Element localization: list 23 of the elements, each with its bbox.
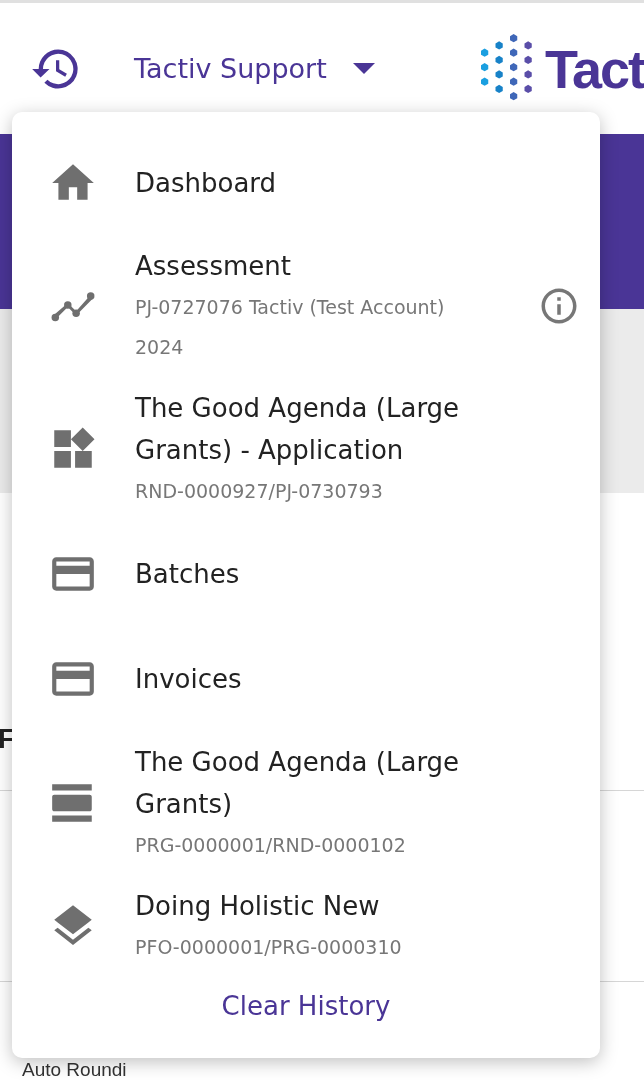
item-title: Dashboard	[135, 166, 278, 200]
item-reference: PFO-0000001/PRG-0000310	[135, 935, 403, 960]
logo-text: Tact	[544, 41, 644, 96]
caret-icon[interactable]	[352, 63, 375, 75]
item-title: The Good Agenda (Large Grants)	[135, 746, 461, 821]
field-label: Auto Roundi	[22, 1060, 127, 1080]
clear-history-button[interactable]: Clear History	[213, 987, 399, 1025]
item-title: Batches	[135, 557, 241, 591]
item-title: Invoices	[135, 662, 243, 696]
history-item[interactable]: Batches	[12, 521, 600, 626]
history-item[interactable]: Assessment PJ-0727076 Tactiv (Test Account) 2024	[12, 235, 600, 377]
item-title: Assessment	[135, 250, 292, 283]
item-reference: RND-0000927/PJ-0730793	[135, 479, 384, 504]
history-item[interactable]: Dashboard	[12, 130, 600, 235]
item-title: Doing Holistic New	[135, 890, 381, 923]
item-reference: PJ-0727076 Tactiv (Test Account) 2024	[135, 295, 446, 360]
history-item[interactable]: Doing Holistic New PFO-0000001/PRG-0000310	[12, 875, 600, 977]
item-reference: PRG-0000001/RND-0000102	[135, 833, 407, 858]
account-dropdown[interactable]: Tactiv Support	[134, 53, 327, 85]
history-item[interactable]: The Good Agenda (Large Grants) PRG-0000001/RND-0000102	[12, 731, 600, 875]
item-title: The Good Agenda (Large Grants) - Application	[135, 392, 461, 467]
history-item[interactable]: Invoices	[12, 626, 600, 731]
history-item[interactable]: The Good Agenda (Large Grants) - Application RND-0000927/PJ-0730793	[12, 377, 600, 521]
